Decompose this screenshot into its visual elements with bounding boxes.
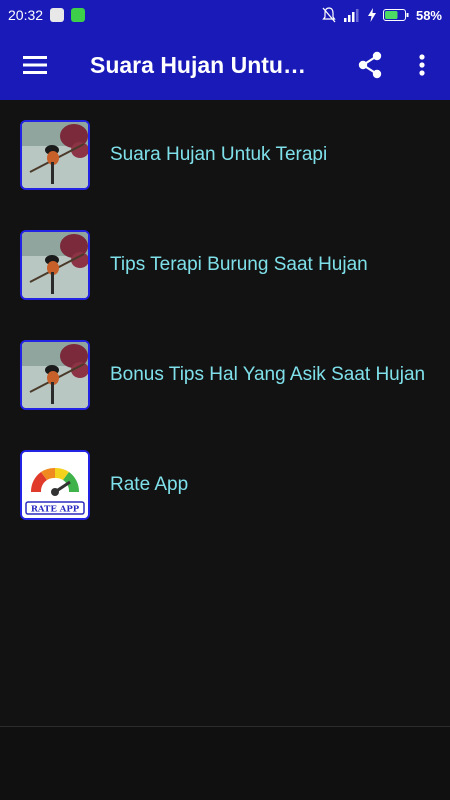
share-button[interactable]	[348, 43, 392, 87]
list-item[interactable]: Tips Terapi Burung Saat Hujan	[0, 210, 450, 320]
hamburger-menu-icon	[23, 56, 47, 74]
list-item[interactable]: RATE APP Rate App	[0, 430, 450, 540]
list-item[interactable]: Suara Hujan Untuk Terapi	[0, 100, 450, 210]
bird-photo-icon	[20, 230, 90, 300]
menu-button[interactable]	[0, 30, 70, 100]
mute-bell-icon	[322, 7, 336, 23]
bird-photo-icon	[20, 120, 90, 190]
battery-icon	[382, 9, 409, 21]
list-item-label: Suara Hujan Untuk Terapi	[110, 144, 328, 165]
rate-app-gauge-icon: RATE APP	[20, 450, 90, 520]
app-title: Suara Hujan Untuk Terapi	[90, 51, 318, 78]
share-icon	[358, 51, 382, 79]
list-item-label: Bonus Tips Hal Yang Asik Saat Hujan	[110, 364, 426, 385]
rate-app-icon-text: RATE APP	[31, 505, 80, 515]
bird-photo-icon	[20, 340, 90, 410]
app-bar: Suara Hujan Untuk Terapi	[0, 30, 450, 100]
signal-icon	[343, 9, 359, 22]
android-notification-icon	[71, 8, 86, 22]
battery-percent: 58%	[415, 7, 442, 23]
status-left: 20:32	[8, 7, 86, 23]
list-item-label: Tips Terapi Burung Saat Hujan	[110, 254, 368, 275]
more-vert-icon	[419, 54, 425, 76]
more-options-button[interactable]	[404, 43, 440, 87]
charging-bolt-icon	[367, 8, 376, 22]
status-time: 20:32	[8, 7, 44, 23]
status-bar: 20:32 58%	[0, 0, 450, 30]
menu-list: Suara Hujan Untuk Terapi Tips Terapi Bur…	[0, 100, 450, 540]
status-right: 58%	[322, 7, 442, 23]
bottom-area	[0, 727, 450, 800]
list-item-label: Rate App	[110, 474, 189, 495]
list-item[interactable]: Bonus Tips Hal Yang Asik Saat Hujan	[0, 320, 450, 430]
notification-app-icon	[50, 8, 65, 22]
